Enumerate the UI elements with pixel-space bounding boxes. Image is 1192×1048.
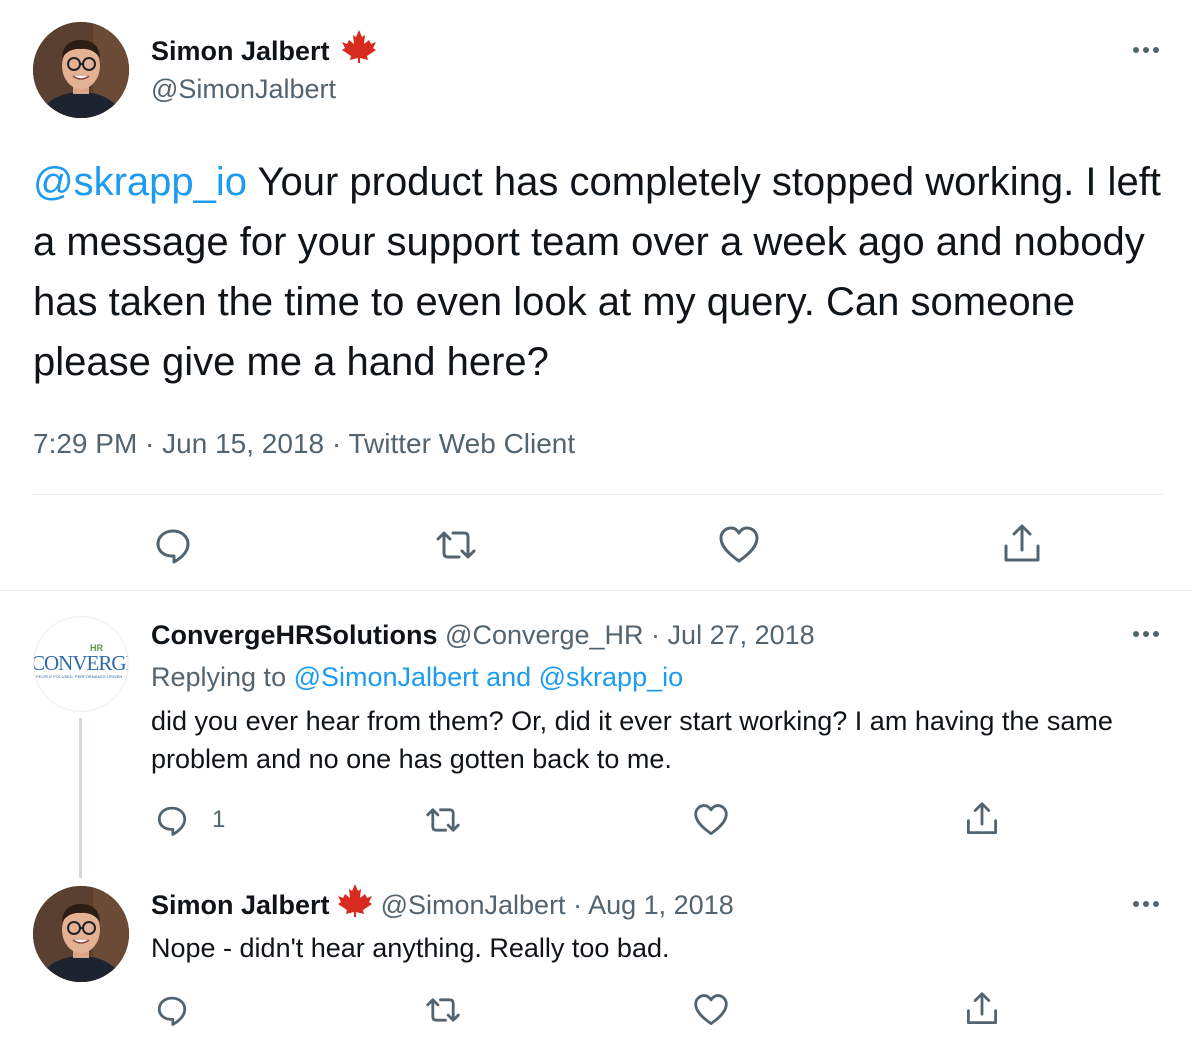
tweet-meta: 7:29 PM · Jun 15, 2018 · Twitter Web Cli… [33,428,576,459]
share-icon[interactable] [1002,523,1042,565]
reply-text: did you ever hear from them? Or, did it … [151,706,1113,774]
mention-link[interactable]: @SimonJalbert [294,662,479,692]
retweet-icon[interactable] [424,993,462,1027]
avatar[interactable] [33,886,129,982]
more-icon[interactable] [1128,40,1164,60]
reply-date[interactable]: Aug 1, 2018 [588,890,734,920]
reply-icon[interactable] [153,525,193,565]
reply-count: 1 [212,806,226,833]
tweet-client[interactable]: Twitter Web Client [348,428,575,459]
maple-leaf-icon [337,883,373,925]
replying-to: Replying to @SimonJalbert and @skrapp_io [151,662,684,692]
thread-line [79,718,82,878]
company-logo[interactable]: HR CONVERGE PEOPLE FOCUSED. PERFORMANCE … [33,616,129,712]
author-handle[interactable]: @SimonJalbert [381,890,566,920]
like-icon[interactable] [718,525,760,565]
like-icon[interactable] [693,993,729,1027]
reply-icon[interactable] [155,803,189,837]
divider [33,494,1164,495]
author-name[interactable]: Simon Jalbert [151,36,330,66]
like-icon[interactable] [693,803,729,837]
author-handle[interactable]: @SimonJalbert [151,72,377,106]
author-name[interactable]: ConvergeHRSolutions [151,620,438,650]
author-header: Simon Jalbert @SimonJalbert [151,29,377,106]
author-handle[interactable]: @Converge_HR [445,620,644,650]
reply-header: Simon Jalbert @SimonJalbert · Aug 1, 201… [151,883,734,925]
mention-link[interactable]: @skrapp_io [539,662,683,692]
tweet-time[interactable]: 7:29 PM [33,428,137,459]
mention-link[interactable]: @skrapp_io [33,160,247,204]
logo-brand: CONVERGE [33,651,129,675]
tweet-date[interactable]: Jun 15, 2018 [162,428,324,459]
person-photo-icon [33,886,129,982]
divider [0,590,1192,591]
retweet-icon[interactable] [424,803,462,837]
reply-date[interactable]: Jul 27, 2018 [668,620,815,650]
logo-tagline: PEOPLE FOCUSED. PERFORMANCE DRIVEN [36,674,123,679]
author-name[interactable]: Simon Jalbert [151,890,330,920]
person-photo-icon [33,22,129,118]
maple-leaf-icon [341,29,377,71]
more-icon[interactable] [1128,894,1164,914]
tweet-text: @skrapp_io Your product has completely s… [33,152,1168,392]
reply-text: Nope - didn't hear anything. Really too … [151,933,670,963]
share-icon[interactable] [965,801,999,837]
avatar[interactable] [33,22,129,118]
more-icon[interactable] [1128,624,1164,644]
retweet-icon[interactable] [434,525,478,565]
share-icon[interactable] [965,991,999,1027]
reply-icon[interactable] [155,993,189,1027]
reply-header: ConvergeHRSolutions @Converge_HR · Jul 2… [151,620,815,650]
